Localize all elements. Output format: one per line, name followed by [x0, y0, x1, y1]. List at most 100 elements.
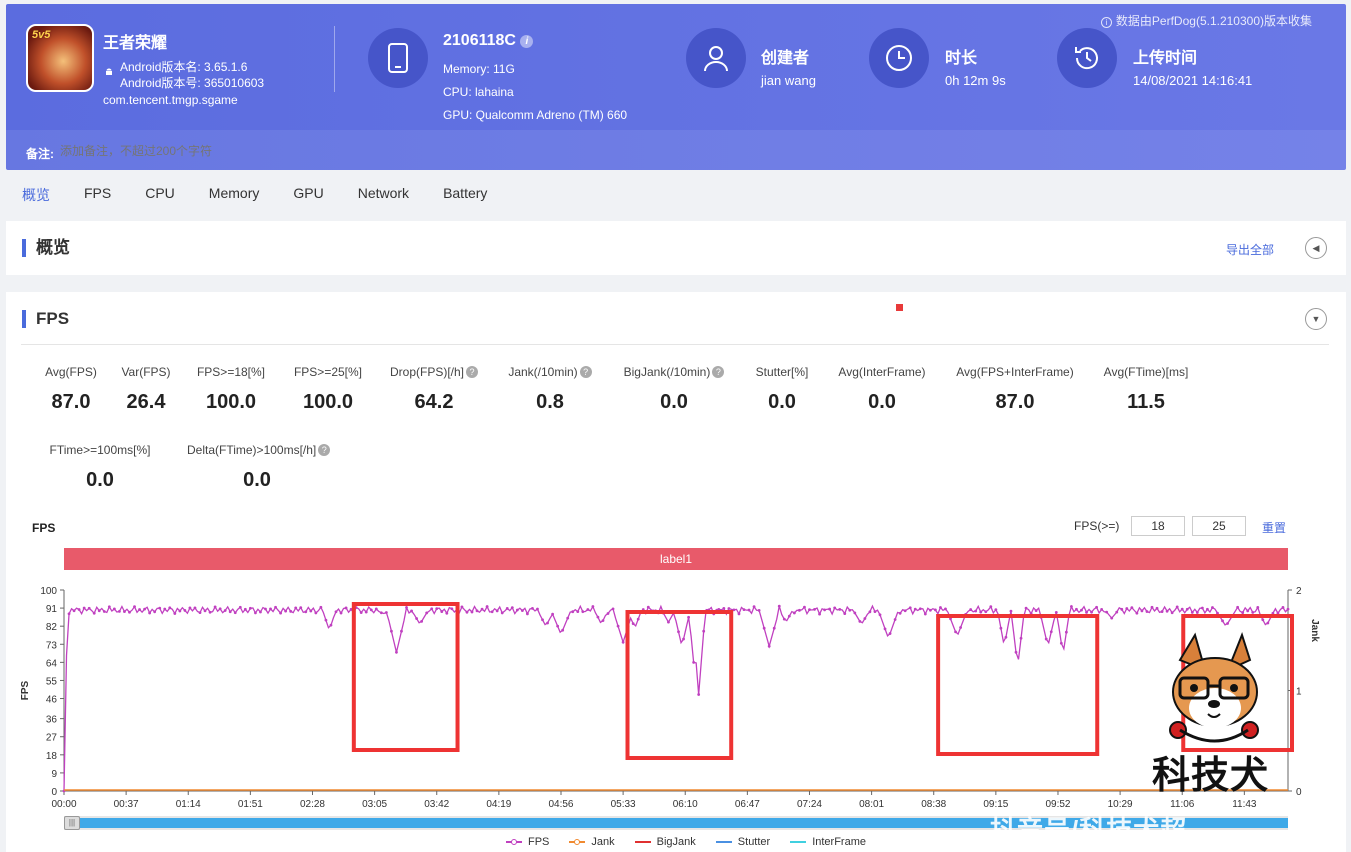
fps-card: FPS ▼ Avg(FPS) 87.0 Var(FPS) 26.4 FPS>=18[%]… — [6, 292, 1346, 852]
fps-point — [1115, 610, 1119, 614]
fps-point — [939, 606, 942, 609]
legend-swatch — [569, 839, 586, 845]
fps-point — [243, 607, 247, 611]
fps-point — [1226, 622, 1229, 625]
fps-point — [787, 614, 791, 618]
fps-point — [319, 605, 323, 609]
fps-point — [294, 606, 298, 610]
fps-point — [425, 611, 429, 615]
fps-point — [752, 605, 756, 609]
legend-item-bigjank[interactable]: BigJank — [634, 836, 696, 848]
fps-point — [369, 608, 373, 612]
y-tick-label: 55 — [46, 676, 58, 687]
legend-item-stutter[interactable]: Stutter — [715, 836, 770, 848]
y-tick-label: 82 — [46, 622, 58, 633]
metric-value: 11.5 — [1127, 391, 1165, 413]
tab-memory[interactable]: Memory — [209, 185, 260, 207]
tab-gpu[interactable]: GPU — [293, 185, 323, 207]
help-icon[interactable]: ? — [318, 444, 331, 456]
fps-point — [888, 632, 892, 635]
fps-point — [72, 609, 76, 613]
legend-item-interframe[interactable]: InterFrame — [790, 836, 866, 848]
fps-point — [410, 609, 413, 613]
legend-swatch — [506, 839, 522, 845]
fps-point — [324, 618, 328, 622]
overview-title: 概览 — [22, 239, 70, 257]
note-input[interactable] — [60, 144, 460, 158]
legend-item-fps[interactable]: FPS — [506, 836, 549, 848]
x-tick-label: 08:01 — [859, 799, 884, 810]
collapse-left-button[interactable]: ◀ — [1305, 237, 1327, 259]
fps-point — [510, 606, 514, 610]
chart-title: FPS — [32, 521, 56, 535]
fps-point — [1190, 610, 1194, 614]
fps-point — [813, 607, 816, 611]
fps-threshold-25-input[interactable] — [1192, 516, 1246, 536]
fps-point — [989, 605, 993, 609]
fps-point — [591, 605, 595, 608]
fps-threshold-18-input[interactable] — [1131, 516, 1185, 536]
fps-point — [395, 650, 398, 654]
fps-point — [1211, 606, 1214, 609]
export-all-link[interactable]: 导出全部 — [1226, 241, 1274, 258]
tab-battery[interactable]: Battery — [443, 185, 487, 207]
tab-overview[interactable]: 概览 — [22, 185, 50, 207]
fps-point — [1286, 607, 1290, 611]
history-icon — [1057, 28, 1117, 88]
fps-point — [843, 612, 847, 615]
legend-swatch — [715, 841, 732, 843]
fps-point — [82, 606, 86, 610]
metric-label: Drop(FPS)[/h] — [389, 365, 464, 379]
fps-point — [158, 606, 162, 610]
fps-point — [762, 626, 766, 630]
fps-point — [823, 608, 826, 612]
fps-point — [500, 611, 504, 615]
fps-point — [299, 606, 303, 610]
fps-point — [606, 612, 610, 615]
fps-point — [470, 610, 474, 614]
collapse-down-button[interactable]: ▼ — [1305, 308, 1327, 330]
fps-point — [107, 605, 111, 609]
device-memory: Memory: 11G — [443, 62, 515, 76]
slider-handle[interactable]: ||| — [64, 816, 80, 830]
fps-point — [228, 610, 232, 614]
help-icon[interactable]: ? — [579, 366, 592, 378]
fps-point — [883, 627, 887, 631]
fps-point — [168, 606, 172, 610]
fps-point — [1170, 611, 1174, 615]
reset-link[interactable]: 重置 — [1262, 519, 1286, 536]
fps-threshold-label: FPS(>=) — [1074, 519, 1120, 533]
y-tick-label: 36 — [46, 715, 58, 726]
x-tick-label: 01:51 — [238, 799, 263, 810]
fps-point — [898, 611, 902, 615]
fps-point — [1110, 616, 1114, 620]
fps-point — [118, 609, 121, 613]
tab-cpu[interactable]: CPU — [145, 185, 175, 207]
fps-point — [1064, 630, 1068, 634]
tab-fps[interactable]: FPS — [84, 185, 111, 207]
fps-point — [974, 609, 978, 613]
fps-point — [329, 623, 333, 627]
label-band-text: label1 — [660, 552, 692, 566]
x-tick-label: 04:56 — [548, 799, 573, 810]
info-icon[interactable]: i — [520, 35, 534, 48]
fps-point — [1019, 636, 1023, 640]
fps-point — [97, 609, 101, 613]
help-icon[interactable]: ? — [466, 366, 478, 378]
fps-point — [1281, 606, 1285, 609]
fps-point — [621, 640, 625, 644]
x-tick-label: 09:52 — [1045, 799, 1070, 810]
fps-point — [858, 619, 862, 623]
fps-point — [112, 607, 116, 611]
fps-point — [1256, 606, 1260, 609]
fps-point — [123, 610, 126, 614]
legend-item-jank[interactable]: Jank — [569, 836, 615, 848]
fps-point — [520, 609, 524, 613]
fps-section-title: FPS — [22, 310, 69, 328]
fps-point — [339, 611, 343, 615]
fps-point — [87, 606, 91, 610]
fps-point — [999, 626, 1003, 630]
tab-network[interactable]: Network — [358, 185, 409, 207]
fps-point — [390, 629, 393, 633]
fps-point — [193, 606, 197, 610]
